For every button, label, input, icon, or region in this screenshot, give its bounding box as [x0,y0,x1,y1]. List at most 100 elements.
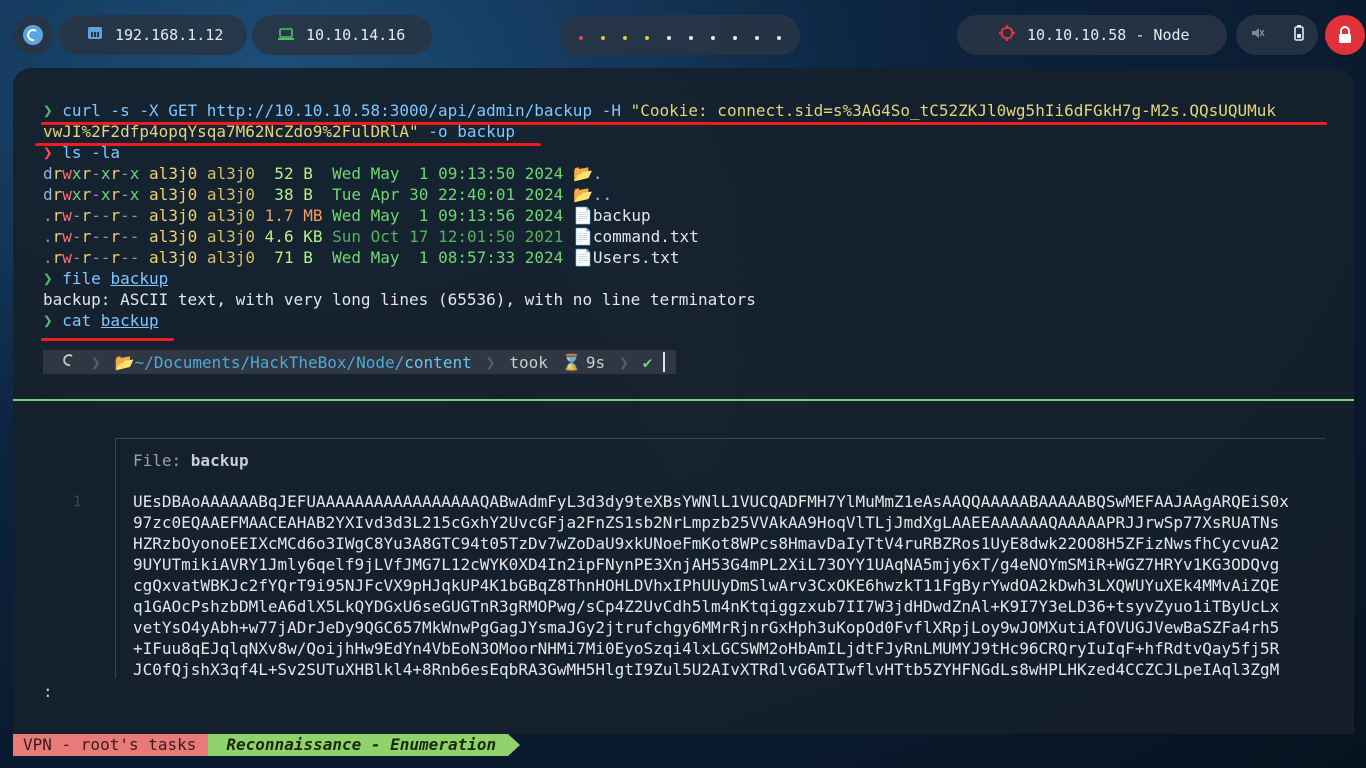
curl-command-text: curl -s -X GET http://10.10.10.58:3000/a… [62,101,631,120]
ethernet-icon [87,26,103,44]
file-owner: al3j0 [149,206,198,225]
ls-row: drwxr-xr-x al3j0 al3j0 38 B Tue Apr 30 2… [43,184,612,205]
command-line-curl: ❯ curl -s -X GET http://10.10.10.58:3000… [43,101,1277,120]
folder-icon: 📂 [572,164,593,183]
file-name: . [592,164,603,183]
tmux-session-label[interactable]: VPN - root's tasks [13,734,209,756]
prompt-duration: 9s [585,352,606,372]
bat-header-border [115,438,1325,439]
permissions: .rw-r--r-- [43,206,140,225]
ls-command-text: ls -la [62,143,121,162]
debian-swirl-icon [23,25,43,45]
cat-command-text: cat [62,311,101,330]
prompt-took-label: took [509,352,548,372]
file-date: Wed May 1 09:13:50 2024 [332,164,564,183]
tmux-window-label[interactable]: Reconnaissance - Enumeration [208,734,509,756]
file-owner: al3j0 [149,248,198,267]
file-owner: al3j0 [149,164,198,183]
file-icon: 📄 [572,206,593,225]
content-line: HZRzbOyonoEEIXcMCd6o3IWgC8Yu3A8GTC94t05T… [133,534,1280,553]
content-line: +IFuu8qEJqlqNXv8w/QoijhHw9EdYn4VbEoN3OMo… [133,639,1280,658]
local-ip-text: 192.168.1.12 [115,26,224,44]
text-cursor [663,352,665,372]
file-size: 1.7 MB [264,206,323,225]
ls-row: drwxr-xr-x al3j0 al3j0 52 B Wed May 1 09… [43,163,603,184]
command-line-ls: ❯ ls -la [43,143,121,162]
ls-row: .rw-r--r-- al3j0 al3j0 4.6 KB Sun Oct 17… [43,226,699,247]
permissions: drwxr-xr-x [43,185,140,204]
file-size: 52 B [264,164,323,183]
tmux-status-bar: VPN - root's tasks Reconnaissance - Enum… [13,734,521,756]
workspace-dot-1[interactable] [579,36,583,40]
file-size: 71 B [264,248,323,267]
content-line: vetYsO4yAbh+w77jADrJeDy9QGC657MkWnwPgGag… [133,618,1280,637]
workspace-dot-3[interactable] [623,36,627,40]
file-output: backup: ASCII text, with very long lines… [43,290,756,309]
laptop-icon [278,26,294,44]
bat-gutter-border [115,438,116,678]
workspace-dot-8[interactable] [733,36,737,40]
target-text: 10.10.10.58 - Node [1027,26,1190,44]
prompt-path: 📂~/Documents/HackTheBox/Node/content [114,352,472,372]
hourglass-icon: ⌛ [561,352,582,372]
local-ip-widget[interactable]: 192.168.1.12 [59,15,247,55]
file-name: Users.txt [592,248,680,267]
ls-row: .rw-r--r-- al3j0 al3j0 1.7 MB Wed May 1 … [43,205,651,226]
file-date: Wed May 1 08:57:33 2024 [332,248,564,267]
ls-row: .rw-r--r-- al3j0 al3j0 71 B Wed May 1 08… [43,247,680,268]
menu-launcher-button[interactable] [13,15,53,55]
vpn-ip-widget[interactable]: 10.10.14.16 [252,15,432,55]
file-icon: 📄 [572,227,593,246]
vpn-ip-text: 10.10.14.16 [306,26,406,44]
file-date: Sun Oct 17 12:01:50 2021 [332,227,564,246]
workspace-dot-7[interactable] [711,36,715,40]
content-line: UEsDBAoAAAAAABqJEFUAAAAAAAAAAAAAAAAAQABw… [133,492,1289,511]
cookie-header-text: "Cookie: connect.sid=s%3AG4So_tC52ZKJl0w… [630,101,1277,120]
workspace-dot-5[interactable] [667,36,671,40]
workspace-dot-4[interactable] [645,36,649,40]
top-panel: 192.168.1.12 10.10.14.16 10.10.10.58 - N… [0,0,1366,70]
battery-icon[interactable] [1293,25,1304,45]
target-widget[interactable]: 10.10.10.58 - Node [957,15,1227,55]
file-date: Tue Apr 30 22:40:01 2024 [332,185,564,204]
workspace-dot-2[interactable] [601,36,605,40]
workspace-dot-10[interactable] [777,36,781,40]
workspace-indicators[interactable] [570,26,790,44]
debian-icon [61,352,77,372]
crosshair-icon [999,25,1015,45]
workspace-dot-6[interactable] [689,36,693,40]
pager-prompt[interactable]: : [43,682,53,701]
folder-icon: 📂 [114,352,135,372]
file-command-text: file [62,269,111,288]
file-group: al3j0 [206,185,256,204]
workspace-dot-9[interactable] [755,36,759,40]
command-line-cat: ❯ cat backup [43,311,159,330]
file-name: backup [592,206,651,225]
workspaces-widget[interactable] [560,15,800,55]
powerline-arrow [508,734,521,756]
content-line: 9UYUTmikiAVRY1Jmly6qelf9jLVfJMG7L12cWYK0… [133,555,1280,574]
permissions: drwxr-xr-x [43,164,140,183]
volume-muted-icon[interactable] [1251,26,1265,44]
file-size: 4.6 KB [264,227,323,246]
content-line: cgQxvatWBKJc2fYQrT9i95NJFcVX9pHJqkUP4K1b… [133,576,1280,595]
lock-button[interactable] [1325,15,1365,55]
terminal-window[interactable]: ❯ curl -s -X GET http://10.10.10.58:3000… [13,68,1354,734]
line-number: 1 [73,494,82,510]
highlight-underline-3 [41,338,174,341]
